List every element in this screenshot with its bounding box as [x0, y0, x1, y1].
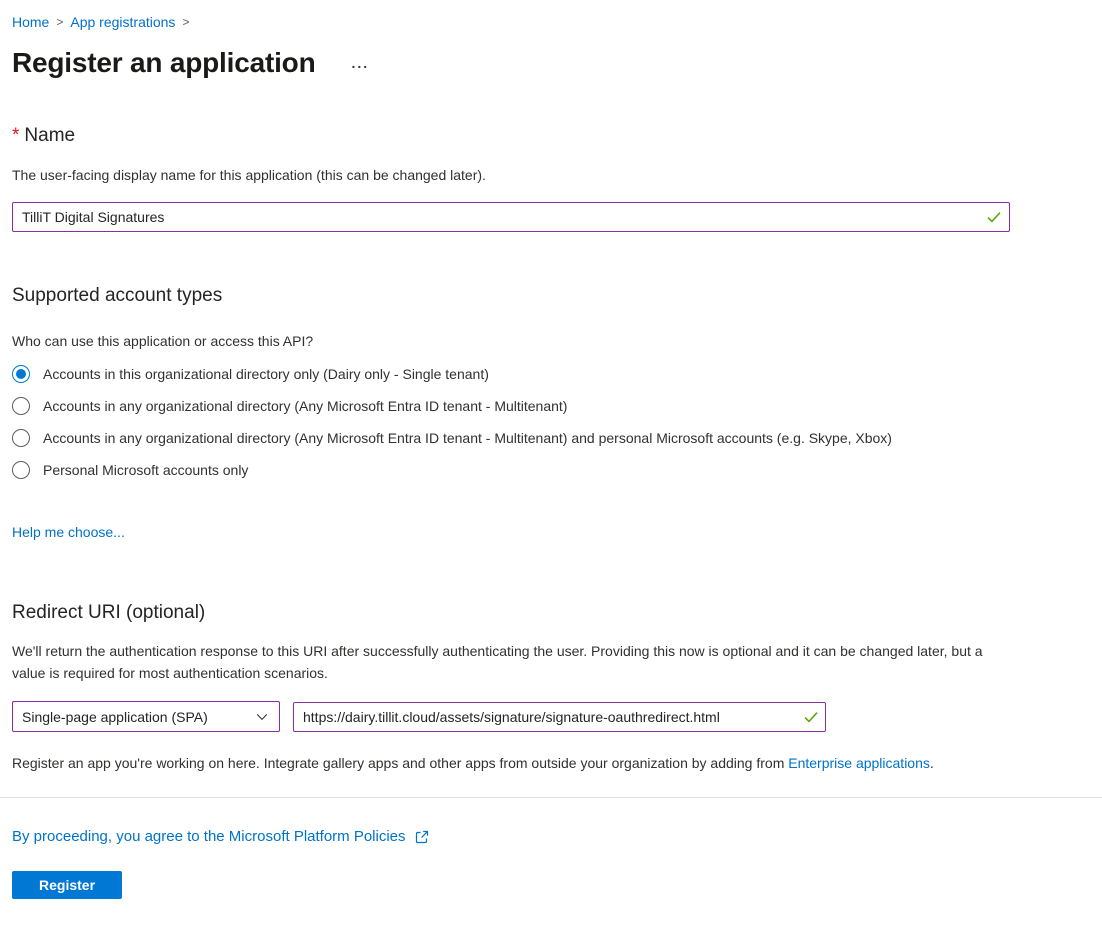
required-asterisk: * [12, 125, 20, 146]
radio-option-label: Accounts in any organizational directory… [43, 430, 892, 446]
radio-button-icon[interactable] [12, 365, 30, 383]
valid-checkmark-icon [804, 711, 818, 722]
title-row: Register an application ... [12, 46, 1090, 80]
external-link-icon [415, 830, 428, 843]
platform-policies-link[interactable]: By proceeding, you agree to the Microsof… [12, 828, 406, 845]
register-note: Register an app you're working on here. … [12, 753, 1090, 773]
radio-option-multitenant-personal[interactable]: Accounts in any organizational directory… [12, 428, 1090, 449]
platform-select-dropdown[interactable]: Single-page application (SPA) [12, 701, 280, 732]
page-title: Register an application [12, 47, 316, 78]
account-types-section: Supported account types Who can use this… [12, 284, 1090, 540]
redirect-uri-input[interactable] [293, 701, 826, 732]
name-field-wrap [12, 202, 1010, 232]
radio-option-label: Accounts in this organizational director… [43, 366, 489, 382]
radio-button-icon[interactable] [12, 461, 30, 479]
breadcrumb: Home > App registrations > [12, 12, 1090, 32]
account-types-radio-group: Accounts in this organizational director… [12, 364, 1090, 481]
policy-row: By proceeding, you agree to the Microsof… [12, 828, 1090, 845]
name-label: Name [24, 125, 76, 146]
radio-option-personal-only[interactable]: Personal Microsoft accounts only [12, 460, 1090, 481]
help-me-choose-link[interactable]: Help me choose... [12, 524, 125, 540]
name-input[interactable] [12, 202, 1010, 232]
radio-button-icon[interactable] [12, 397, 30, 415]
radio-option-label: Personal Microsoft accounts only [43, 462, 249, 478]
name-section-heading: * Name [12, 124, 1090, 148]
breadcrumb-separator: > [56, 15, 64, 29]
breadcrumb-home[interactable]: Home [12, 12, 49, 32]
valid-checkmark-icon [987, 212, 1001, 223]
register-note-text: Register an app you're working on here. … [12, 755, 789, 771]
enterprise-applications-link[interactable]: Enterprise applications [788, 755, 930, 771]
radio-option-label: Accounts in any organizational directory… [43, 398, 568, 414]
register-application-page: Home > App registrations > Register an a… [0, 0, 1102, 899]
redirect-uri-section: Redirect URI (optional) We'll return the… [12, 601, 1090, 773]
name-description: The user-facing display name for this ap… [12, 167, 486, 183]
redirect-uri-field-wrap [293, 701, 826, 732]
account-types-heading: Supported account types [12, 285, 223, 306]
platform-select-value: Single-page application (SPA) [22, 708, 208, 725]
chevron-down-icon [256, 713, 268, 720]
radio-option-single-tenant[interactable]: Accounts in this organizational director… [12, 364, 1090, 385]
section-divider [0, 797, 1102, 798]
context-menu-ellipsis-icon[interactable]: ... [347, 55, 373, 71]
register-note-period: . [929, 755, 934, 771]
redirect-uri-controls: Single-page application (SPA) [12, 701, 1090, 732]
account-types-question: Who can use this application or access t… [12, 333, 314, 349]
redirect-uri-heading: Redirect URI (optional) [12, 602, 206, 623]
breadcrumb-app-registrations[interactable]: App registrations [70, 12, 175, 32]
radio-button-icon[interactable] [12, 429, 30, 447]
register-button[interactable]: Register [12, 871, 123, 899]
redirect-uri-description: We'll return the authentication response… [12, 643, 983, 681]
radio-option-multitenant[interactable]: Accounts in any organizational directory… [12, 396, 1090, 417]
name-section: * Name The user-facing display name for t… [12, 124, 1090, 232]
breadcrumb-separator: > [182, 15, 190, 29]
